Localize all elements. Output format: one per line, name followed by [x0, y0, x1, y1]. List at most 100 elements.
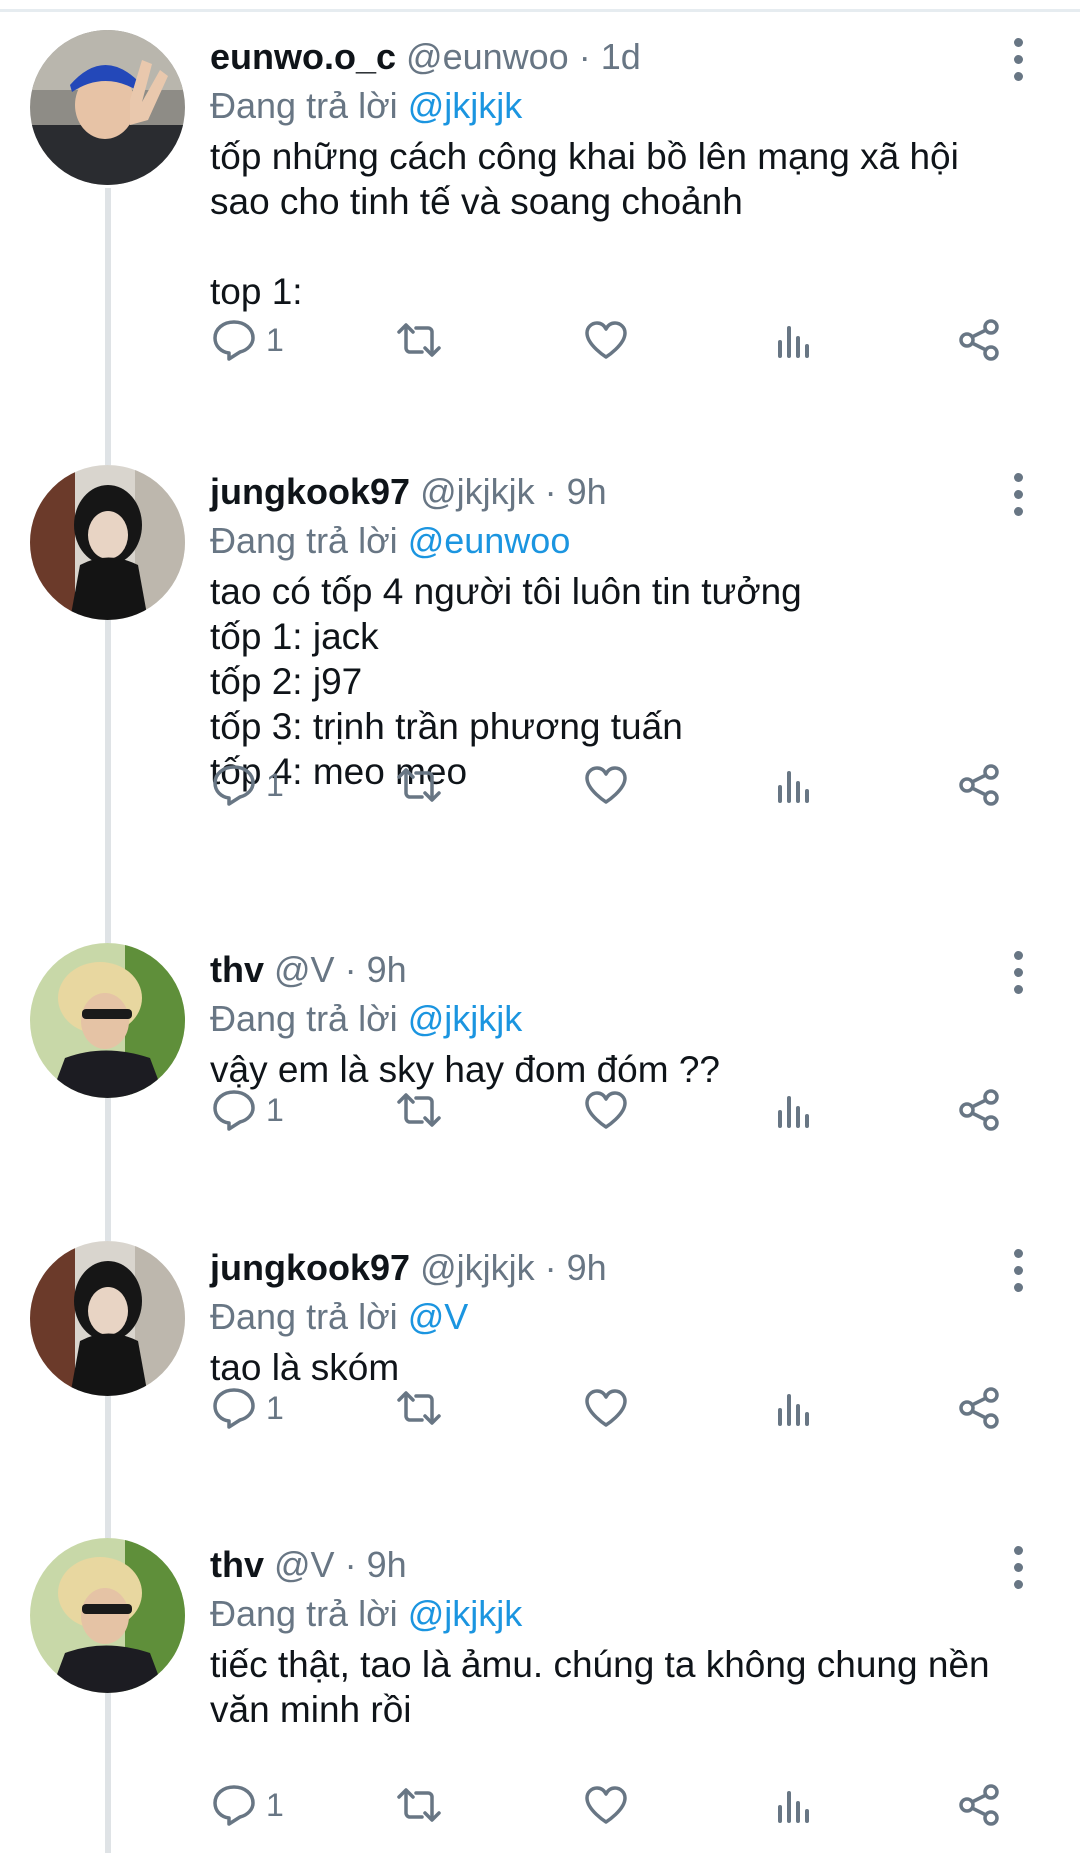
heart-icon — [585, 1091, 627, 1129]
like-button[interactable] — [582, 1082, 630, 1138]
display-name[interactable]: thv — [210, 1544, 264, 1585]
reply-button[interactable]: 1 — [210, 312, 284, 368]
tweet-actions: 1 — [210, 1777, 1040, 1833]
reply-count: 1 — [266, 1091, 284, 1128]
more-vertical-icon[interactable] — [998, 38, 1038, 88]
reply-button[interactable]: 1 — [210, 757, 284, 813]
analytics-icon — [778, 1394, 809, 1426]
mention-link[interactable]: @jkjkjk — [408, 1593, 523, 1634]
replying-to: Đang trả lời @V — [210, 1295, 468, 1339]
like-button[interactable] — [582, 1777, 630, 1833]
avatar[interactable] — [30, 1241, 185, 1396]
more-vertical-icon[interactable] — [998, 1546, 1038, 1596]
tweet-header: eunwo.o_c @eunwoo · 1d — [210, 35, 641, 79]
tweet-text: tốp những cách công khai bồ lên mạng xã … — [210, 136, 959, 312]
retweet-icon — [397, 1391, 441, 1425]
retweet-icon — [397, 768, 441, 802]
reply-icon — [213, 765, 255, 806]
share-icon — [959, 1387, 999, 1429]
retweet-button[interactable] — [395, 1777, 443, 1833]
replying-prefix: Đang trả lời — [210, 85, 408, 126]
handle-time: @eunwoo · 1d — [406, 36, 641, 77]
tweet-actions: 1 — [210, 1380, 1040, 1436]
analytics-icon — [778, 771, 809, 803]
analytics-icon — [778, 1791, 809, 1823]
mention-link[interactable]: @jkjkjk — [408, 85, 523, 126]
replying-prefix: Đang trả lời — [210, 1593, 408, 1634]
reply-count: 1 — [266, 321, 284, 358]
handle-time: @V · 9h — [274, 949, 407, 990]
like-button[interactable] — [582, 1380, 630, 1436]
reply-count: 1 — [266, 766, 284, 803]
mention-link[interactable]: @eunwoo — [408, 520, 571, 561]
replying-prefix: Đang trả lời — [210, 998, 408, 1039]
analytics-button[interactable] — [770, 1082, 818, 1138]
handle-time: @jkjkjk · 9h — [420, 1247, 607, 1288]
reply-button[interactable]: 1 — [210, 1777, 284, 1833]
replying-to: Đang trả lời @eunwoo — [210, 519, 570, 563]
replying-to: Đang trả lời @jkjkjk — [210, 997, 522, 1041]
replying-to: Đang trả lời @jkjkjk — [210, 1592, 522, 1636]
avatar[interactable] — [30, 30, 185, 185]
replying-to: Đang trả lời @jkjkjk — [210, 84, 522, 128]
display-name[interactable]: eunwo.o_c — [210, 36, 396, 77]
heart-icon — [585, 1389, 627, 1427]
analytics-button[interactable] — [770, 1380, 818, 1436]
like-button[interactable] — [582, 757, 630, 813]
retweet-button[interactable] — [395, 757, 443, 813]
display-name[interactable]: jungkook97 — [210, 471, 410, 512]
tweet-actions: 1 — [210, 757, 1040, 813]
share-button[interactable] — [955, 1380, 1003, 1436]
share-icon — [959, 764, 999, 806]
retweet-icon — [397, 1788, 441, 1822]
share-button[interactable] — [955, 1082, 1003, 1138]
replying-prefix: Đang trả lời — [210, 520, 408, 561]
avatar[interactable] — [30, 943, 185, 1098]
reply-icon — [213, 1090, 255, 1131]
more-vertical-icon[interactable] — [998, 473, 1038, 523]
replying-prefix: Đang trả lời — [210, 1296, 408, 1337]
share-button[interactable] — [955, 312, 1003, 368]
analytics-icon — [778, 1096, 809, 1128]
mention-link[interactable]: @jkjkjk — [408, 998, 523, 1039]
tweet-header: thv @V · 9h — [210, 948, 407, 992]
mention-link[interactable]: @V — [408, 1296, 469, 1337]
retweet-button[interactable] — [395, 312, 443, 368]
tweet-text: tiếc thật, tao là ảmu. chúng ta không ch… — [210, 1644, 990, 1730]
handle-time: @jkjkjk · 9h — [420, 471, 607, 512]
avatar[interactable] — [30, 465, 185, 620]
analytics-button[interactable] — [770, 312, 818, 368]
like-button[interactable] — [582, 312, 630, 368]
retweet-button[interactable] — [395, 1082, 443, 1138]
share-button[interactable] — [955, 757, 1003, 813]
reply-button[interactable]: 1 — [210, 1082, 284, 1138]
heart-icon — [585, 766, 627, 804]
tweet-actions: 1 — [210, 1082, 1040, 1138]
display-name[interactable]: jungkook97 — [210, 1247, 410, 1288]
analytics-button[interactable] — [770, 757, 818, 813]
reply-count: 1 — [266, 1786, 284, 1823]
tweet-actions: 1 — [210, 312, 1040, 368]
share-icon — [959, 1089, 999, 1131]
retweet-button[interactable] — [395, 1380, 443, 1436]
reply-button[interactable]: 1 — [210, 1380, 284, 1436]
tweet-header: jungkook97 @jkjkjk · 9h — [210, 470, 607, 514]
reply-icon — [213, 1785, 255, 1826]
share-button[interactable] — [955, 1777, 1003, 1833]
more-vertical-icon[interactable] — [998, 951, 1038, 1001]
analytics-button[interactable] — [770, 1777, 818, 1833]
top-divider — [0, 9, 1080, 12]
handle-time: @V · 9h — [274, 1544, 407, 1585]
share-icon — [959, 319, 999, 361]
heart-icon — [585, 321, 627, 359]
display-name[interactable]: thv — [210, 949, 264, 990]
tweet-header: thv @V · 9h — [210, 1543, 407, 1587]
reply-icon — [213, 1388, 255, 1429]
avatar[interactable] — [30, 1538, 185, 1693]
retweet-icon — [397, 1093, 441, 1127]
retweet-icon — [397, 323, 441, 357]
analytics-icon — [778, 326, 809, 358]
share-icon — [959, 1784, 999, 1826]
more-vertical-icon[interactable] — [998, 1249, 1038, 1299]
tweet-header: jungkook97 @jkjkjk · 9h — [210, 1246, 607, 1290]
